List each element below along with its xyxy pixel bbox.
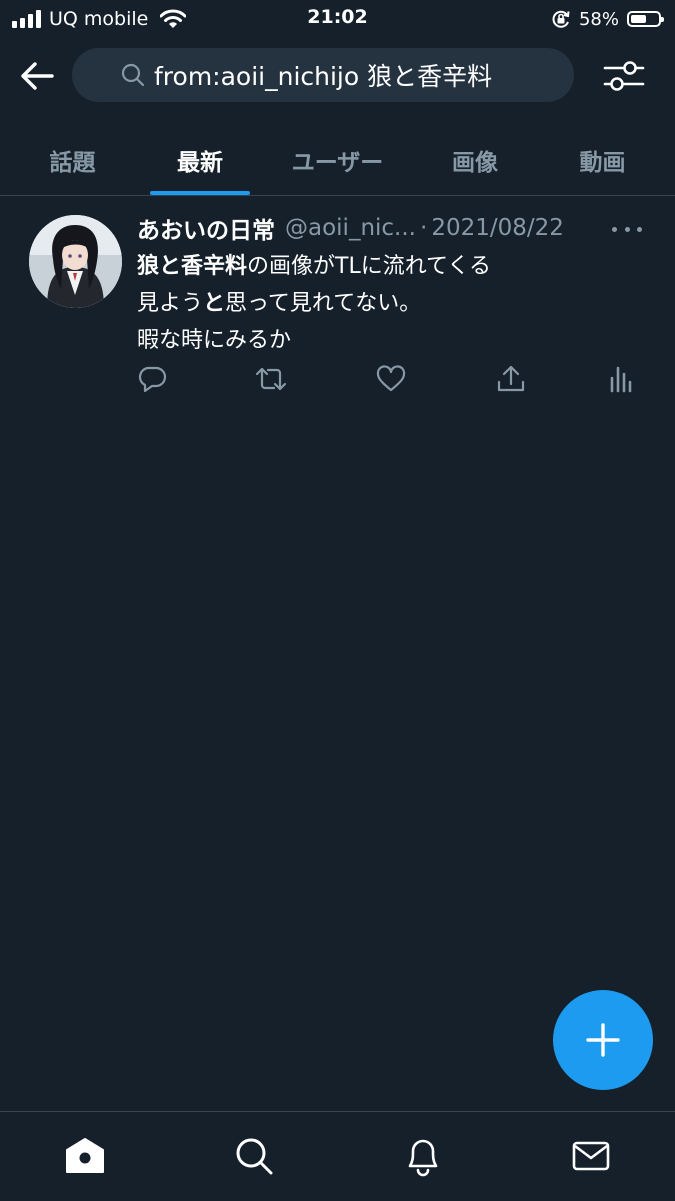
- tweet-text: 狼と香辛料の画像がTLに流れてくる 見ようと思って見れてない。 暇な時にみるか: [137, 248, 637, 359]
- battery-percent: 58%: [578, 8, 619, 30]
- tab-label: 最新: [177, 150, 223, 176]
- search-query[interactable]: from:aoii_nichijo 狼と香辛料: [154, 57, 492, 93]
- tweet[interactable]: あおいの日常 @aoii_nic... · 2021/08/22 狼と香辛料の画…: [0, 196, 675, 412]
- nav-search[interactable]: [232, 1134, 276, 1178]
- search-filter-button[interactable]: [600, 56, 648, 96]
- nav-home[interactable]: [63, 1134, 107, 1178]
- share-button[interactable]: [494, 362, 528, 396]
- tweet-date[interactable]: 2021/08/22: [431, 215, 564, 241]
- text-segment: の画像がTLに流れてくる: [247, 254, 491, 279]
- analytics-button[interactable]: [603, 362, 637, 396]
- search-field[interactable]: from:aoii_nichijo 狼と香辛料: [72, 48, 574, 102]
- tweet-header: あおいの日常 @aoii_nic... · 2021/08/22: [137, 212, 597, 244]
- messages-icon: [572, 1141, 610, 1171]
- tab-top[interactable]: 話題: [0, 125, 145, 195]
- retweet-button[interactable]: [254, 362, 288, 396]
- search-icon: [120, 62, 146, 88]
- user-handle[interactable]: @aoii_nic...: [285, 215, 416, 241]
- analytics-icon: [610, 366, 632, 393]
- tweet-line: 暇な時にみるか: [137, 322, 637, 359]
- status-bar: UQ mobile 21:02 58%: [0, 0, 675, 40]
- nav-messages[interactable]: [569, 1134, 613, 1178]
- notifications-icon: [408, 1139, 438, 1177]
- nav-notifications[interactable]: [401, 1134, 445, 1178]
- more-options-icon[interactable]: [612, 220, 642, 238]
- reply-icon: [138, 366, 167, 393]
- tab-people[interactable]: ユーザー: [265, 125, 410, 195]
- battery-icon: [627, 11, 664, 27]
- search-icon: [236, 1138, 273, 1175]
- text-segment: 思って見れてない。: [225, 291, 422, 316]
- arrow-left-icon: [21, 62, 54, 90]
- tweet-line: 見ようと思って見れてない。: [137, 285, 637, 322]
- plus-icon: [586, 1023, 620, 1057]
- orientation-lock-icon: [552, 10, 570, 28]
- tab-videos[interactable]: 動画: [540, 125, 665, 195]
- search-tabs: 話題 最新 ユーザー 画像 動画: [0, 125, 675, 196]
- back-button[interactable]: [18, 58, 56, 94]
- like-button[interactable]: [374, 362, 408, 396]
- tab-latest[interactable]: 最新: [150, 125, 250, 195]
- text-segment: 見よう: [137, 291, 204, 316]
- tab-label: ユーザー: [291, 150, 384, 176]
- filter-sliders-icon: [603, 61, 645, 91]
- avatar[interactable]: [29, 215, 122, 308]
- retweet-icon: [255, 367, 287, 391]
- tab-photos[interactable]: 画像: [410, 125, 540, 195]
- tab-label: 動画: [579, 150, 626, 176]
- text-segment: と: [203, 291, 226, 316]
- tab-label: 画像: [452, 150, 498, 176]
- tab-active-indicator: [150, 191, 250, 195]
- tweet-actions: [137, 362, 637, 398]
- text-segment: 狼と香辛料: [137, 254, 248, 279]
- compose-tweet-button[interactable]: [553, 990, 653, 1090]
- tab-label: 話題: [49, 150, 96, 176]
- status-right: 58%: [551, 6, 664, 32]
- battery-fill: [631, 15, 647, 23]
- like-icon: [376, 365, 406, 392]
- reply-button[interactable]: [135, 362, 169, 396]
- share-icon: [497, 365, 525, 392]
- text-segment: 暇な時にみるか: [137, 328, 292, 353]
- tweet-line: 狼と香辛料の画像がTLに流れてくる: [137, 248, 637, 285]
- display-name[interactable]: あおいの日常: [137, 211, 275, 245]
- header-separator: ·: [420, 215, 428, 241]
- home-icon: [66, 1138, 104, 1173]
- bottom-navigation: [0, 1111, 675, 1201]
